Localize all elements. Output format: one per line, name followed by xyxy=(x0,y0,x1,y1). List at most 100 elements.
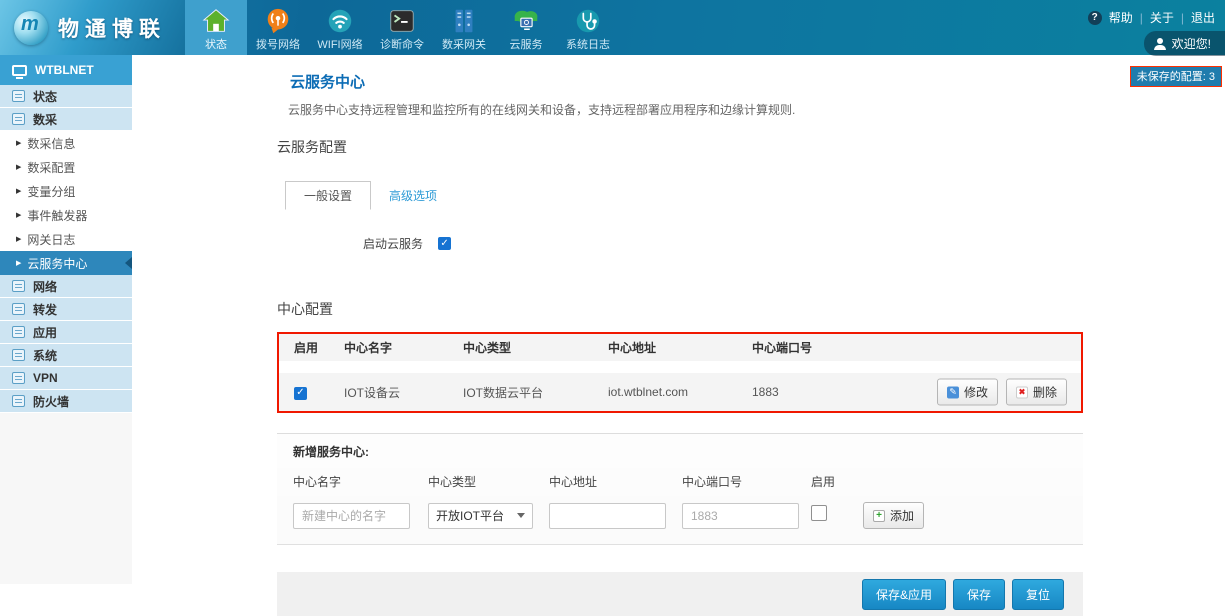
gateway-icon xyxy=(449,4,479,38)
caret-right-icon: ▶ xyxy=(16,139,21,147)
nav-item-system-log[interactable]: 系统日志 xyxy=(557,0,619,55)
enable-cloud-row: 启动云服务 xyxy=(363,235,1083,252)
enable-cloud-checkbox[interactable] xyxy=(438,237,451,250)
delete-x-icon: ✖ xyxy=(1016,386,1028,398)
sidebar-menu: 状态 数采 ▶ 数采信息 ▶ 数采配置 ▶ 变量分组 ▶ 事件触发器 ▶ 网关日… xyxy=(0,85,132,413)
about-link[interactable]: 关于 xyxy=(1150,9,1174,26)
add-center-section: 新增服务中心: 中心名字 中心类型 中心地址 中心端口号 启用 开放IOT平台 … xyxy=(277,433,1083,545)
cell-center-type: IOT数据云平台 xyxy=(463,384,608,401)
sidebar-subitem-gateway-log[interactable]: ▶ 网关日志 xyxy=(0,227,132,251)
page-title: 云服务中心 xyxy=(290,71,1083,92)
row-enable-checkbox[interactable] xyxy=(294,387,307,400)
center-address-input[interactable] xyxy=(549,503,666,529)
logo-text: 物通博联 xyxy=(58,13,166,43)
chevron-down-icon xyxy=(517,513,525,518)
sidebar-item-label: VPN xyxy=(33,371,58,385)
tab-label: 一般设置 xyxy=(304,187,352,204)
sidebar-header-label: WTBLNET xyxy=(35,63,94,77)
section-cloud-service-config: 云服务配置 xyxy=(277,137,1083,157)
sidebar-item-system[interactable]: 系统 xyxy=(0,344,132,367)
row-actions: ✎ 修改 ✖ 删除 xyxy=(937,379,1067,406)
sidebar-subitem-event-trigger[interactable]: ▶ 事件触发器 xyxy=(0,203,132,227)
caret-right-icon: ▶ xyxy=(16,259,21,267)
welcome-text: 欢迎您! xyxy=(1172,35,1211,52)
col-center-port: 中心端口号 xyxy=(752,339,972,356)
tab-advanced-options[interactable]: 高级选项 xyxy=(371,181,455,210)
sidebar-item-application[interactable]: 应用 xyxy=(0,321,132,344)
add-plus-icon: + xyxy=(873,510,885,522)
nav-item-status[interactable]: 状态 xyxy=(185,0,247,55)
user-icon xyxy=(1154,38,1166,50)
label-center-type: 中心类型 xyxy=(428,473,549,490)
sidebar-item-label: 云服务中心 xyxy=(27,255,87,272)
sidebar-subitem-data-config[interactable]: ▶ 数采配置 xyxy=(0,155,132,179)
sidebar-item-label: 变量分组 xyxy=(27,183,75,200)
sidebar-subitem-cloud-service-center[interactable]: ▶ 云服务中心 xyxy=(0,251,132,275)
sidebar-item-firewall[interactable]: 防火墙 xyxy=(0,390,132,413)
save-button[interactable]: 保存 xyxy=(953,579,1005,610)
sidebar-item-label: 防火墙 xyxy=(33,393,69,410)
save-apply-button[interactable]: 保存&应用 xyxy=(862,579,946,610)
sidebar-item-data-collection[interactable]: 数采 xyxy=(0,108,132,131)
center-config-table: 启用 中心名字 中心类型 中心地址 中心端口号 IOT设备云 IOT数据云平台 … xyxy=(277,332,1083,413)
logout-link[interactable]: 退出 xyxy=(1191,9,1215,26)
cloud-icon xyxy=(511,4,541,38)
list-icon xyxy=(12,395,25,407)
col-center-type: 中心类型 xyxy=(463,339,608,356)
footer-actions: 保存&应用 保存 复位 xyxy=(277,572,1083,616)
separator: | xyxy=(1181,11,1184,25)
table-row: IOT设备云 IOT数据云平台 iot.wtblnet.com 1883 ✎ 修… xyxy=(279,373,1081,411)
tab-general-settings[interactable]: 一般设置 xyxy=(285,181,371,210)
sidebar-subitem-data-info[interactable]: ▶ 数采信息 xyxy=(0,131,132,155)
sidebar-item-label: 数采配置 xyxy=(27,159,75,176)
unsaved-config-badge[interactable]: 未保存的配置: 3 xyxy=(1130,66,1222,87)
sidebar: WTBLNET 状态 数采 ▶ 数采信息 ▶ 数采配置 ▶ 变量分组 ▶ 事件触… xyxy=(0,55,132,584)
nav-item-wifi-network[interactable]: WIFI网络 xyxy=(309,0,371,55)
sidebar-item-label: 状态 xyxy=(33,88,57,105)
list-icon xyxy=(12,326,25,338)
welcome-badge: 欢迎您! xyxy=(1144,31,1225,56)
monitor-icon xyxy=(12,65,27,76)
label-center-address: 中心地址 xyxy=(549,473,682,490)
nav-item-dial-network[interactable]: 拨号网络 xyxy=(247,0,309,55)
list-icon xyxy=(12,372,25,384)
wifi-icon xyxy=(325,4,355,38)
center-type-selected-value: 开放IOT平台 xyxy=(436,507,504,524)
delete-button-label: 删除 xyxy=(1033,384,1057,401)
page-description: 云服务中心支持远程管理和监控所有的在线网关和设备，支持远程部署应用程序和边缘计算… xyxy=(288,101,1083,118)
col-center-name: 中心名字 xyxy=(344,339,463,356)
nav-item-cloud-service[interactable]: 云服务 xyxy=(495,0,557,55)
add-button-label: 添加 xyxy=(890,507,914,524)
nav-item-data-gateway[interactable]: 数采网关 xyxy=(433,0,495,55)
table-gap xyxy=(279,361,1081,373)
terminal-icon xyxy=(387,4,417,38)
help-icon: ? xyxy=(1088,11,1102,25)
list-icon xyxy=(12,280,25,292)
center-type-select[interactable]: 开放IOT平台 xyxy=(428,503,533,529)
sidebar-item-forwarding[interactable]: 转发 xyxy=(0,298,132,321)
nav-item-label: 诊断命令 xyxy=(380,38,424,52)
list-icon xyxy=(12,303,25,315)
nav-item-label: WIFI网络 xyxy=(317,38,362,52)
sidebar-item-label: 转发 xyxy=(33,301,57,318)
reset-button[interactable]: 复位 xyxy=(1012,579,1064,610)
nav-item-diagnostic-command[interactable]: 诊断命令 xyxy=(371,0,433,55)
delete-button[interactable]: ✖ 删除 xyxy=(1006,379,1067,406)
top-links: ? 帮助 | 关于 | 退出 xyxy=(1088,9,1215,26)
table-header-row: 启用 中心名字 中心类型 中心地址 中心端口号 xyxy=(279,334,1081,361)
sidebar-item-vpn[interactable]: VPN xyxy=(0,367,132,390)
new-center-enable-checkbox[interactable] xyxy=(811,505,827,521)
sidebar-item-network[interactable]: 网络 xyxy=(0,275,132,298)
sidebar-header: WTBLNET xyxy=(0,55,132,85)
edit-button[interactable]: ✎ 修改 xyxy=(937,379,998,406)
sidebar-item-label: 网关日志 xyxy=(27,231,75,248)
nav-item-label: 云服务 xyxy=(510,38,543,52)
center-port-input[interactable] xyxy=(682,503,799,529)
sidebar-subitem-variable-group[interactable]: ▶ 变量分组 xyxy=(0,179,132,203)
sidebar-item-status[interactable]: 状态 xyxy=(0,85,132,108)
edit-button-label: 修改 xyxy=(964,384,988,401)
add-button[interactable]: + 添加 xyxy=(863,502,924,529)
help-link[interactable]: 帮助 xyxy=(1109,9,1133,26)
logo: 物通博联 xyxy=(0,0,185,55)
center-name-input[interactable] xyxy=(293,503,410,529)
